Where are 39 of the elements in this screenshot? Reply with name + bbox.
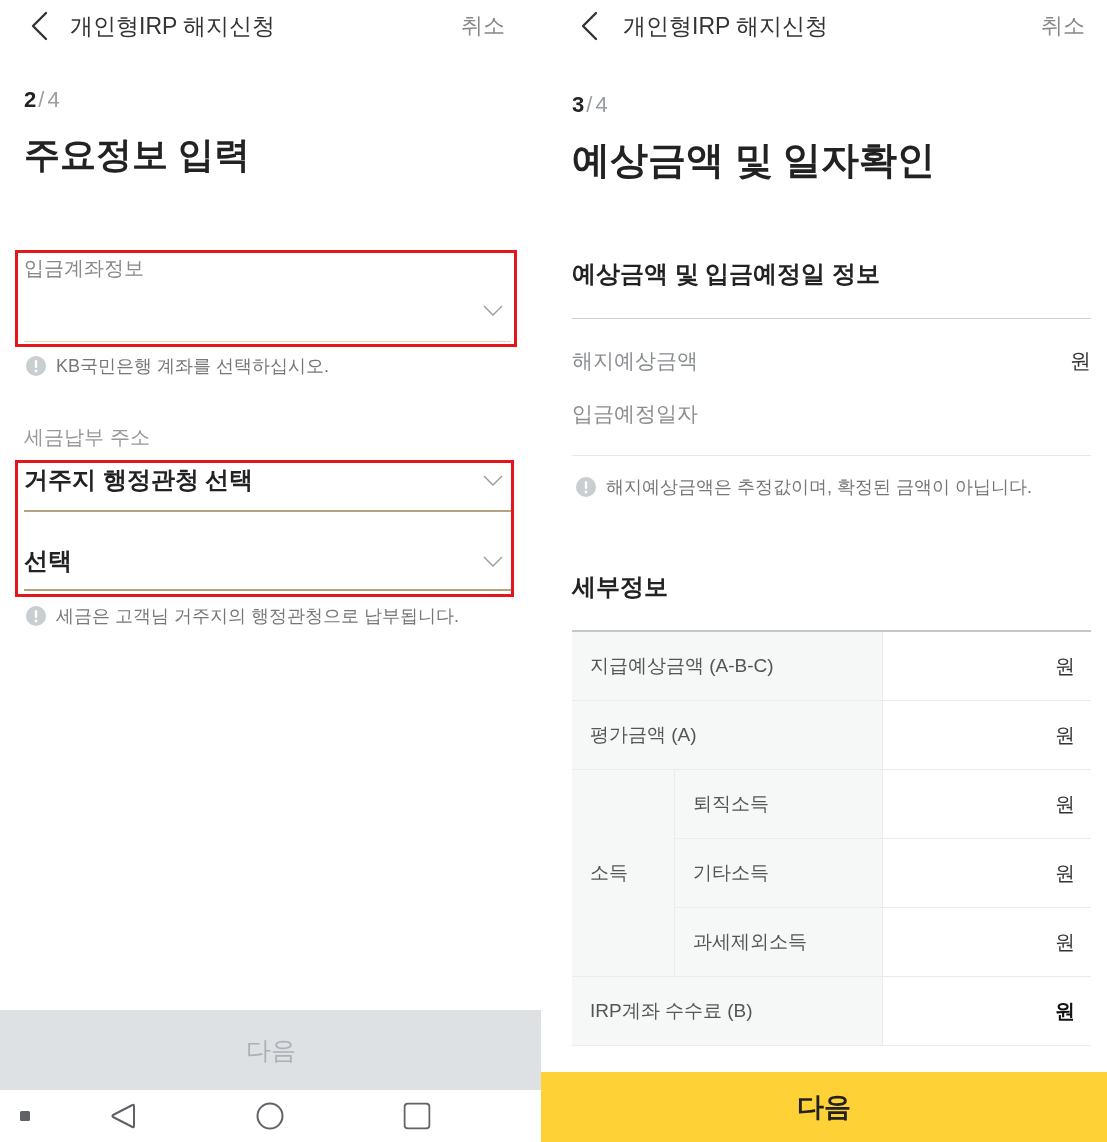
step-indicator: 3/4: [572, 91, 608, 119]
table-cell: 지급예상금액 (A-B-C): [572, 632, 883, 701]
info-label: 해지예상금액: [572, 348, 698, 374]
step-indicator: 2/4: [24, 86, 60, 114]
chevron-down-icon: [483, 555, 503, 567]
account-select[interactable]: 입금계좌정보: [24, 253, 511, 342]
chevron-down-icon: [483, 474, 503, 486]
exclamation-circle-icon: [26, 606, 46, 626]
exclamation-circle-icon: [26, 356, 46, 376]
cancel-link[interactable]: 취소: [461, 11, 505, 41]
table-cell: 기타소득: [675, 839, 883, 908]
home-icon[interactable]: [256, 1102, 284, 1130]
page-title: 주요정보 입력: [24, 133, 250, 177]
cancel-link[interactable]: 취소: [1041, 11, 1085, 41]
screen-title: 개인형IRP 해지신청: [623, 12, 829, 41]
dropdown-select[interactable]: 선택: [24, 512, 511, 591]
dropdown-select[interactable]: 거주지 행정관청 선택: [24, 463, 511, 512]
notice-text: 세금은 고객님 거주지의 행정관청으로 납부됩니다.: [56, 605, 459, 627]
table-cell: 소득: [572, 770, 675, 977]
table-cell: IRP계좌 수수료 (B): [572, 977, 883, 1046]
back-chevron-icon[interactable]: [30, 11, 48, 41]
table-cell: 퇴직소득: [675, 770, 883, 839]
chevron-down-icon: [483, 305, 503, 316]
table-cell: 평가금액 (A): [572, 701, 883, 770]
section-heading: 예상금액 및 입금예정일 정보: [572, 259, 880, 289]
page-title: 예상금액 및 일자확인: [572, 138, 936, 183]
section-heading: 세부정보: [572, 572, 668, 602]
info-label: 입금예정일자: [572, 401, 698, 427]
exclamation-circle-icon: [576, 477, 596, 497]
next-button[interactable]: 다음: [541, 1072, 1107, 1142]
notice-text: 해지예상금액은 추정값이며, 확정된 금액이 아닙니다.: [606, 476, 1032, 498]
back-icon[interactable]: [111, 1102, 135, 1130]
recents-icon[interactable]: [403, 1102, 431, 1130]
screen-title: 개인형IRP 해지신청: [70, 12, 276, 41]
info-value: 원: [1070, 348, 1091, 374]
back-chevron-icon[interactable]: [580, 11, 598, 41]
field-label: 세금납부 주소: [24, 425, 150, 449]
notice-text: KB국민은행 계좌를 선택하십시오.: [56, 355, 329, 377]
table-cell: 과세제외소득: [675, 908, 883, 977]
